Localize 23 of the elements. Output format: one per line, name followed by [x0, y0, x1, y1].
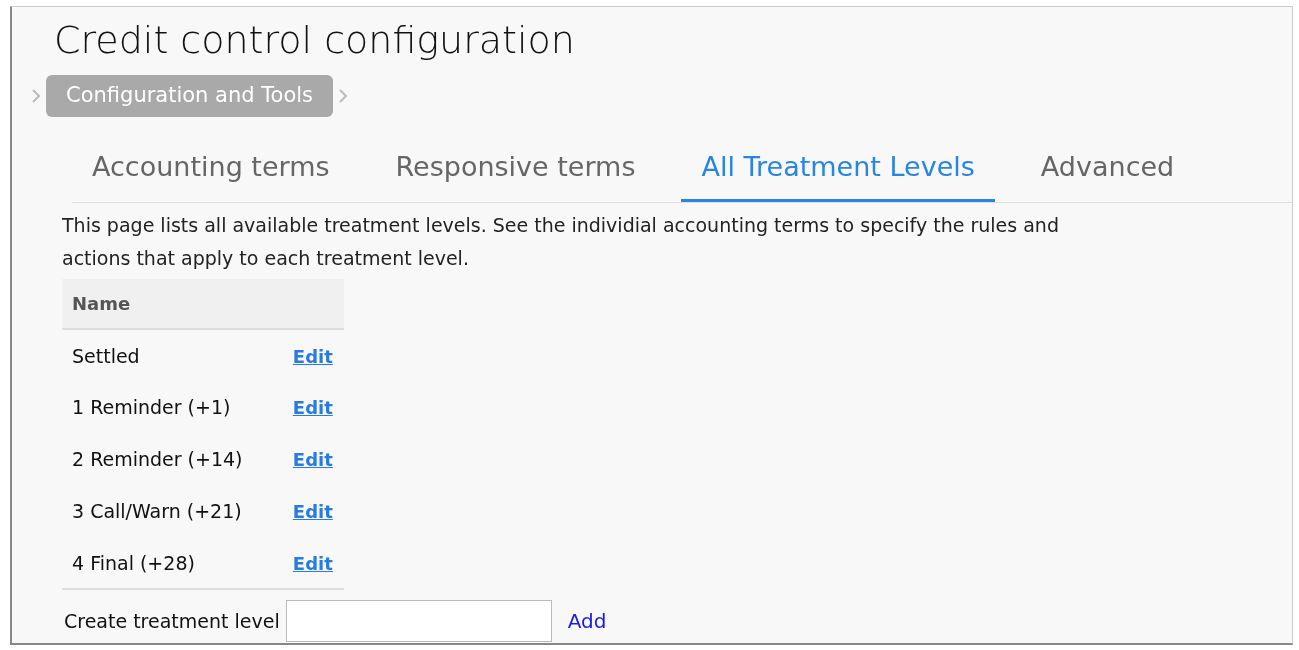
tab[interactable]: All Treatment Levels — [681, 138, 995, 202]
tab[interactable]: Accounting terms — [72, 138, 350, 202]
edit-link[interactable]: Edit — [292, 397, 333, 419]
tab[interactable]: Responsive terms — [375, 138, 656, 202]
table-cell-text: 3 Call/Warn (+21) — [71, 499, 243, 525]
input-field[interactable] — [285, 600, 552, 642]
table-cell: Settled — [62, 329, 283, 381]
edit-link[interactable]: Edit — [292, 552, 333, 574]
add-link[interactable]: Add — [567, 606, 607, 636]
column-header: Name — [62, 279, 344, 329]
breadcrumb-link[interactable]: Configuration and Tools — [46, 75, 333, 117]
edit-link[interactable]: Edit — [292, 345, 333, 367]
description-text: This page lists all available treatment levels. See the individial accounting terms to specify the rules and actions that apply to each treatment level. — [62, 213, 1060, 271]
tab[interactable]: Advanced — [1020, 138, 1195, 202]
field-label: Create treatment level — [64, 608, 280, 634]
chevron-icon — [337, 86, 349, 105]
page-title: Credit control configuration — [54, 21, 576, 59]
edit-link[interactable]: Edit — [292, 449, 333, 471]
table-cell-text: 1 Reminder (+1) — [71, 395, 232, 421]
chevron-icon — [30, 86, 42, 105]
table-cell-text: 2 Reminder (+14) — [71, 447, 244, 473]
edit-link[interactable]: Edit — [292, 501, 333, 523]
table-cell: 4 Final (+28) — [62, 537, 283, 589]
